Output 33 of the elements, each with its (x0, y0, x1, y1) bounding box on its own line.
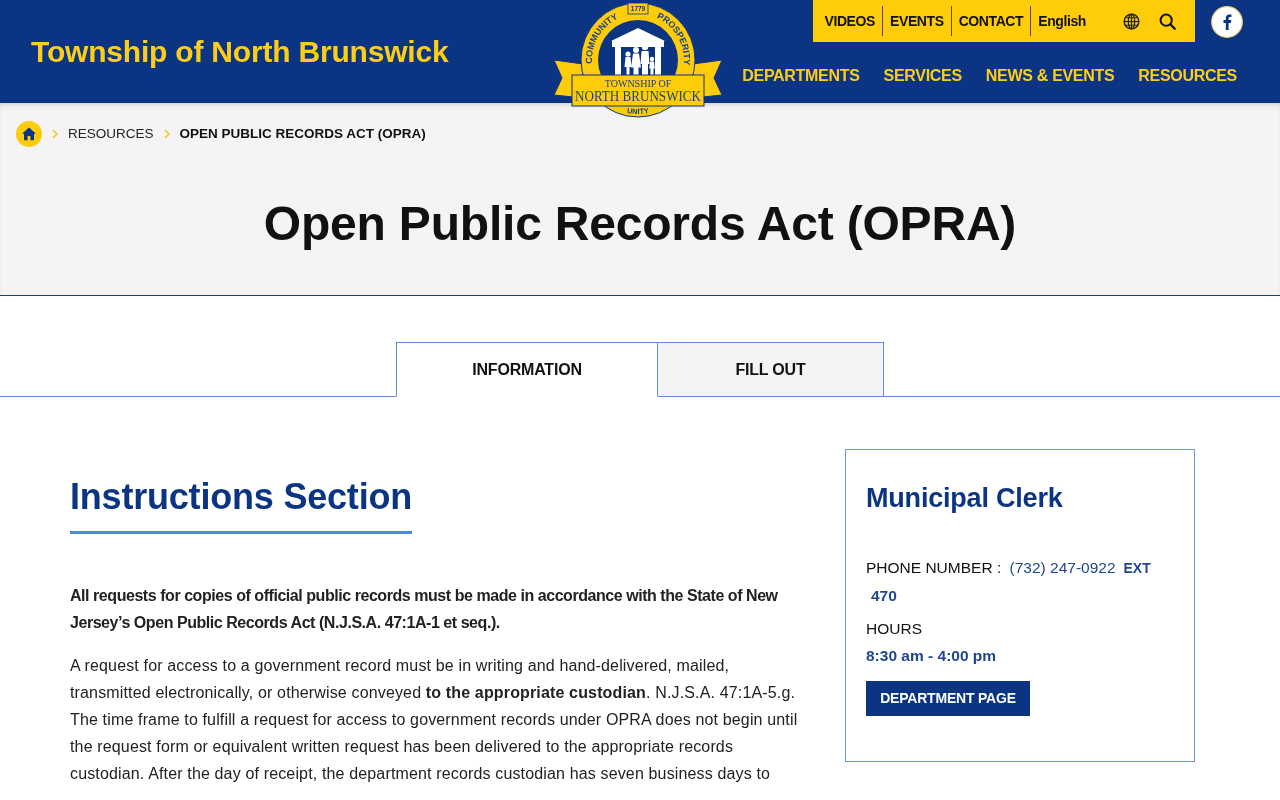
search-icon[interactable] (1159, 12, 1176, 30)
home-icon[interactable] (16, 121, 42, 147)
site-title[interactable]: Township of North Brunswick (0, 33, 449, 70)
utility-link[interactable]: CONTACT (951, 10, 1031, 32)
chevron-icon (52, 129, 58, 139)
tab[interactable]: FILL OUT (658, 342, 884, 397)
card-title: Municipal Clerk (866, 482, 1064, 515)
nav-link[interactable]: SERVICES (883, 64, 962, 88)
breadcrumb-current[interactable]: OPEN PUBLIC RECORDS ACT (OPRA) (179, 123, 426, 145)
seal-banner-text: NORTH BRUNSWICK (575, 89, 710, 104)
utility-link[interactable]: EVENTS (883, 10, 951, 32)
department-page-button[interactable]: DEPARTMENT PAGE (866, 681, 1030, 716)
globe-icon[interactable] (1123, 12, 1140, 30)
utility-link[interactable]: VIDEOS (817, 10, 882, 32)
paragraph: All requests for copies of official public records must be made in accordance with the State of New Jersey’s Open Public Records Act (N.J.S.A. 47:1A-1 et seq.). (70, 586, 779, 633)
ext-number: 470 (870, 586, 897, 606)
hours-label: HOURS (866, 619, 923, 639)
page-title: Open Public Records Act (OPRA) (262, 196, 1018, 252)
language-selector[interactable]: English (1031, 10, 1093, 32)
chevron-icon (163, 129, 170, 139)
facebook-icon[interactable] (1211, 6, 1243, 38)
tab[interactable]: INFORMATION (396, 342, 658, 397)
hours-text: 8:30 am - 4:00 pm (866, 646, 998, 666)
phone-label: PHONE NUMBER : (866, 559, 1002, 576)
nav-link[interactable]: NEWS & EVENTS (985, 64, 1115, 88)
nav-link[interactable]: DEPARTMENTS (742, 64, 860, 88)
section-heading: Instructions Section (70, 475, 413, 534)
paragraph: A request for access to a government record must be in writing and hand-delivered, mailed, transmitted electronically, or otherwise conveyed to the appropriate custodian. N.J.S.A. 47:1A-5.g. The time frame to fulfill a request for access to government records under OPRA does not begin until the request form or equivalent written request has been delivered to the appropriate records custodian. After the day of receipt, the department records custodian has seven business days to (70, 656, 799, 784)
nav-link[interactable]: RESOURCES (1138, 64, 1237, 88)
breadcrumb-link[interactable]: RESOURCES (68, 123, 154, 145)
seal-banner-text: TOWNSHIP OF (604, 78, 672, 89)
phone-link[interactable]: (732) 247-0922 (1009, 559, 1116, 576)
ext-label: EXT (1123, 560, 1151, 576)
